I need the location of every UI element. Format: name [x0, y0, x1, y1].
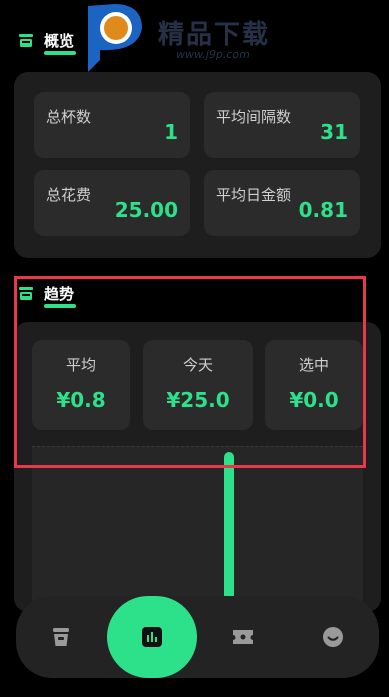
watermark: 精品下载 www.j9p.com — [80, 0, 320, 75]
stat-label: 总杯数 — [46, 108, 92, 126]
bottom-nav — [16, 596, 379, 678]
stat-card-avg-daily-amount[interactable]: 平均日金额 0.81 — [204, 170, 360, 236]
overview-header: 概览 — [18, 30, 77, 55]
chart-bar-today[interactable] — [224, 452, 234, 613]
overview-title-text: 概览 — [44, 32, 75, 50]
smile-icon — [323, 627, 343, 647]
stat-card-total-cups[interactable]: 总杯数 1 — [34, 92, 190, 158]
stat-value: 31 — [320, 120, 348, 144]
watermark-logo-icon — [88, 4, 142, 72]
ticket-icon — [233, 630, 253, 644]
nav-smile[interactable] — [310, 614, 356, 660]
watermark-text: 精品下载 — [158, 20, 271, 50]
stat-value: 0.81 — [298, 198, 348, 222]
trend-chart[interactable] — [32, 446, 363, 613]
stat-card-total-cost[interactable]: 总花费 25.00 — [34, 170, 190, 236]
stat-value: 25.00 — [114, 198, 178, 222]
stat-card-avg-interval[interactable]: 平均间隔数 31 — [204, 92, 360, 158]
nav-cup[interactable] — [38, 614, 84, 660]
chart-icon — [142, 627, 162, 647]
coffee-cup-icon — [19, 34, 33, 47]
nav-ticket[interactable] — [220, 614, 266, 660]
overview-title: 概览 — [44, 30, 77, 55]
overview-panel: 总杯数 1 平均间隔数 31 总花费 25.00 平均日金额 0.81 — [14, 72, 381, 258]
overview-title-underline — [44, 51, 77, 55]
highlight-box — [14, 276, 366, 468]
nav-chart[interactable] — [107, 596, 197, 678]
cup-icon — [53, 628, 69, 646]
stat-label: 平均日金额 — [216, 186, 292, 204]
stat-label: 平均间隔数 — [216, 108, 292, 126]
stat-label: 总花费 — [46, 186, 92, 204]
stat-value: 1 — [164, 120, 178, 144]
watermark-url: www.j9p.com — [176, 48, 250, 61]
